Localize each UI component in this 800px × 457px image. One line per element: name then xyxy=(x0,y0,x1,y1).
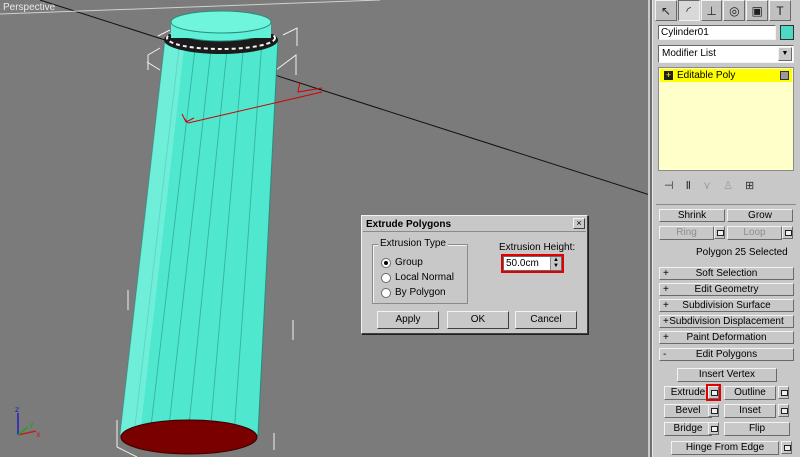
extrude-settings-icon[interactable] xyxy=(706,384,721,401)
outline-button[interactable]: Outline xyxy=(724,386,776,400)
extrude-button[interactable]: Extrude xyxy=(664,386,712,400)
hinge-from-edge-button[interactable]: Hinge From Edge xyxy=(671,441,779,455)
inset-button[interactable]: Inset xyxy=(724,404,776,418)
cylinder-bottom-cap[interactable] xyxy=(120,419,258,455)
modifier-list-label: Modifier List xyxy=(662,48,716,59)
grow-button[interactable]: Grow xyxy=(727,209,793,222)
remove-modifier-icon[interactable]: ♙ xyxy=(723,179,733,192)
extrusion-type-group: Extrusion Type Group Local Normal By Pol… xyxy=(372,238,468,304)
radio-group[interactable]: Group xyxy=(381,257,423,269)
bevel-button[interactable]: Bevel xyxy=(664,404,712,418)
loop-button[interactable]: Loop xyxy=(727,226,782,240)
show-end-result-icon[interactable]: Ⅱ xyxy=(686,179,691,192)
rollout-paint-deformation[interactable]: + Paint Deformation xyxy=(659,331,794,344)
extrusion-type-label: Extrusion Type xyxy=(378,238,448,249)
rollout-edit-polygons[interactable]: - Edit Polygons xyxy=(659,348,794,361)
object-color-swatch[interactable] xyxy=(780,25,794,40)
flip-button[interactable]: Flip xyxy=(724,422,790,436)
grid-line xyxy=(39,0,648,195)
ok-button[interactable]: OK xyxy=(447,311,509,329)
dialog-title: Extrude Polygons xyxy=(363,217,586,232)
apply-button[interactable]: Apply xyxy=(377,311,439,329)
modifier-stack[interactable]: + Editable Poly xyxy=(658,67,794,171)
modifier-toggle-icon[interactable] xyxy=(780,71,789,80)
extrusion-height-input[interactable] xyxy=(505,257,549,270)
make-unique-icon[interactable]: ⋎ xyxy=(703,179,711,192)
hierarchy-tab-icon[interactable]: ⊥ xyxy=(700,0,723,21)
axis-tripod-icon: z x y xyxy=(15,405,41,439)
bevel-settings-icon[interactable] xyxy=(708,404,719,417)
extrusion-height-spinner[interactable]: ▲▼ xyxy=(501,254,564,273)
ring-button[interactable]: Ring xyxy=(659,226,714,240)
inset-settings-icon[interactable] xyxy=(778,404,789,417)
object-name-field[interactable] xyxy=(658,25,776,40)
hinge-settings-icon[interactable] xyxy=(781,441,792,454)
cap-face xyxy=(170,10,272,34)
stack-item-editable-poly[interactable]: + Editable Poly xyxy=(660,69,792,82)
create-tab-pointer-icon[interactable]: ↖ xyxy=(655,0,677,21)
stack-item-label: Editable Poly xyxy=(677,70,736,81)
selection-status: Polygon 25 Selected xyxy=(696,247,788,258)
shrink-button[interactable]: Shrink xyxy=(659,209,725,222)
spinner-arrows-icon[interactable]: ▲ ▼ xyxy=(550,257,561,270)
modifier-list-dropdown[interactable]: Modifier List ▼ xyxy=(658,45,794,63)
rollout-subdivision-displacement[interactable]: + Subdivision Displacement xyxy=(659,315,794,328)
loop-spinner-icon[interactable] xyxy=(782,226,793,239)
stack-tools: ⊣ Ⅱ ⋎ ♙ ⊞ xyxy=(658,176,794,194)
svg-text:y: y xyxy=(29,420,34,429)
motion-tab-icon[interactable]: ◎ xyxy=(723,0,746,21)
command-tabs: ↖ ◜ ⊥ ◎ ▣ T xyxy=(655,0,791,22)
viewport-label[interactable]: Perspective xyxy=(3,2,55,13)
command-panel: ↖ ◜ ⊥ ◎ ▣ T Modifier List ▼ + Editable P… xyxy=(652,0,800,457)
utilities-tab-hammer-icon[interactable]: T xyxy=(769,0,791,21)
rollout-area: Shrink Grow Ring Loop Polygon 25 Selecte… xyxy=(656,204,796,457)
rollout-soft-selection[interactable]: + Soft Selection xyxy=(659,267,794,280)
rollout-subdivision-surface[interactable]: + Subdivision Surface xyxy=(659,299,794,312)
outline-settings-icon[interactable] xyxy=(778,386,789,399)
svg-text:x: x xyxy=(36,430,41,439)
cancel-button[interactable]: Cancel xyxy=(515,311,577,329)
radio-local-normal[interactable]: Local Normal xyxy=(381,272,454,284)
configure-sets-icon[interactable]: ⊞ xyxy=(745,179,754,192)
rollout-edit-geometry[interactable]: + Edit Geometry xyxy=(659,283,794,296)
radio-by-polygon[interactable]: By Polygon xyxy=(381,287,446,299)
pin-stack-icon[interactable]: ⊣ xyxy=(664,179,674,192)
extrusion-height-label: Extrusion Height: xyxy=(499,242,576,253)
bridge-settings-icon[interactable] xyxy=(708,422,719,435)
svg-text:z: z xyxy=(15,405,19,414)
bridge-button[interactable]: Bridge xyxy=(664,422,712,436)
close-icon[interactable]: × xyxy=(573,218,585,229)
display-tab-icon[interactable]: ▣ xyxy=(746,0,769,21)
chevron-down-icon[interactable]: ▼ xyxy=(778,47,792,61)
ring-spinner-icon[interactable] xyxy=(714,226,725,239)
grid-line xyxy=(0,0,381,15)
expand-icon[interactable]: + xyxy=(664,71,673,80)
insert-vertex-button[interactable]: Insert Vertex xyxy=(677,368,777,382)
modify-tab-curve-icon[interactable]: ◜ xyxy=(677,0,700,21)
extrude-polygons-dialog: Extrude Polygons × Extrusion Type Group … xyxy=(361,215,588,334)
